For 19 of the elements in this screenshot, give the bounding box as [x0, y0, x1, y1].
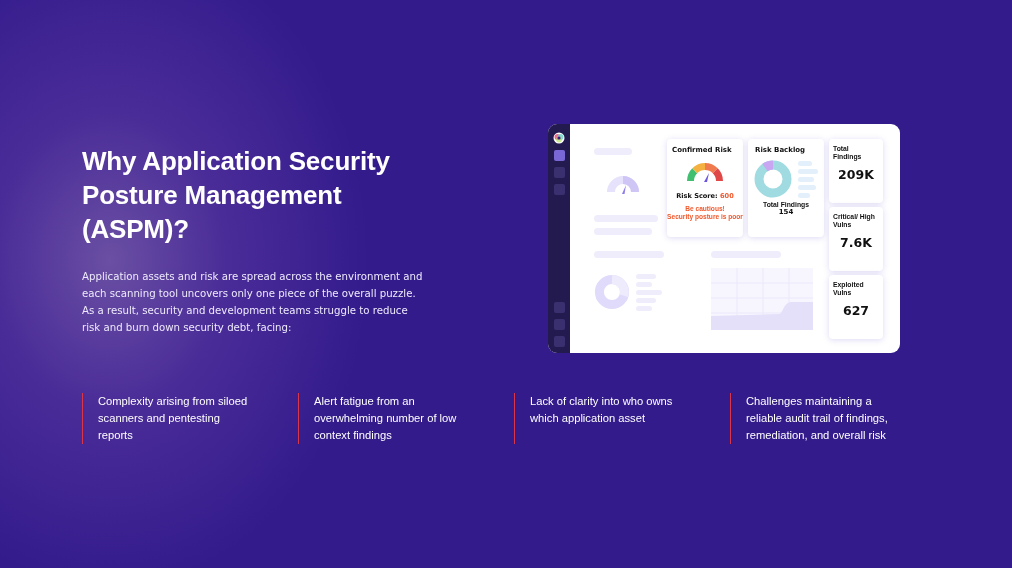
legend-bar — [798, 168, 818, 174]
challenge-text: Complexity arising from siloed scanners and pentesting reports — [82, 393, 260, 444]
legend-bar — [798, 192, 810, 198]
legend-bar — [798, 160, 812, 166]
challenge-text: Lack of clarity into who owns which application asset — [514, 393, 692, 444]
challenge-text: Challenges maintaining a reliable audit trail of findings, remediation, and overall risk — [730, 393, 908, 444]
stat-value: 209K — [837, 167, 875, 183]
gauge-icon — [685, 160, 725, 182]
stat-value: 7.6K — [839, 235, 873, 251]
nav-item[interactable] — [553, 150, 565, 161]
stat-value: 627 — [841, 303, 871, 319]
heading: Why Application Security Posture Management (ASPM)? — [82, 145, 391, 246]
donut-chart-icon — [754, 160, 792, 198]
legend-bar — [798, 176, 814, 182]
logo-icon — [553, 132, 565, 144]
intro-paragraph: Application assets and risk are spread across the environment and each scanning tool uncovers only one piece of the overall puzzle. As a result, security and development teams struggle to reduce risk and burn down security debt, facing: — [82, 270, 424, 335]
challenge-text: Alert fatigue from an overwhelming number of low context findings — [298, 393, 476, 444]
legend-bar — [798, 184, 816, 190]
donut-chart-icon — [594, 272, 630, 312]
